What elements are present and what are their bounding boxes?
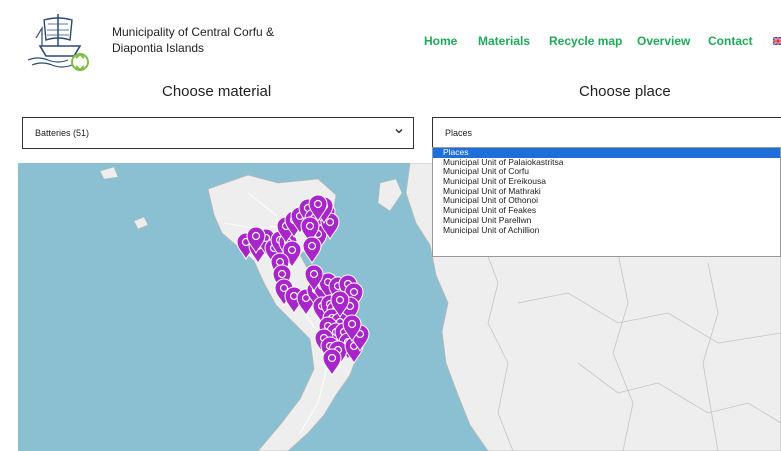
material-select[interactable]: Batteries (51) bbox=[22, 117, 414, 149]
nav-materials[interactable]: Materials bbox=[478, 34, 530, 48]
uk-flag-icon[interactable] bbox=[773, 37, 781, 45]
nav-overview[interactable]: Overview bbox=[637, 34, 690, 48]
nav-home[interactable]: Home bbox=[424, 34, 457, 48]
nav-recycle-map[interactable]: Recycle map bbox=[549, 34, 622, 48]
nav-contact[interactable]: Contact bbox=[708, 34, 753, 48]
chevron-down-icon bbox=[395, 129, 403, 134]
place-select[interactable]: Places bbox=[432, 117, 781, 149]
place-select-value: Places bbox=[445, 128, 473, 138]
site-header: Municipality of Central Corfu & Diaponti… bbox=[0, 0, 781, 78]
material-select-value: Batteries (51) bbox=[35, 128, 90, 138]
choose-material-title: Choose material bbox=[162, 83, 272, 100]
place-dropdown-list: Places Municipal Unit of Palaiokastritsa… bbox=[432, 147, 781, 257]
main-nav: Home Materials Recycle map Overview Cont… bbox=[0, 34, 781, 50]
choose-place-title: Choose place bbox=[579, 83, 671, 100]
place-option[interactable]: Municipal Unit of Achillion bbox=[433, 225, 780, 236]
